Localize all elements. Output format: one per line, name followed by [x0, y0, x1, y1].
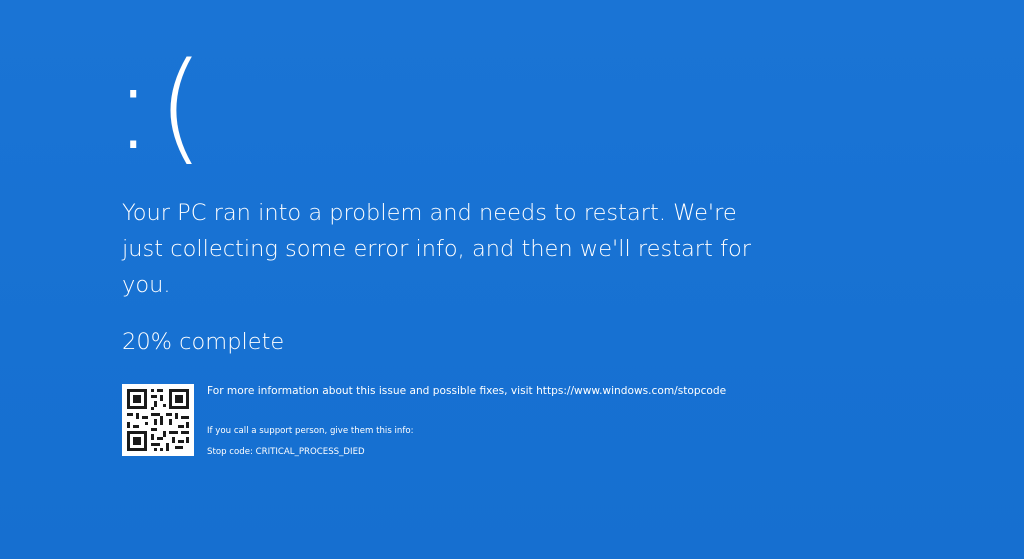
- more-info-text: For more information about this issue an…: [207, 385, 727, 397]
- stop-code-text: Stop code: CRITICAL_PROCESS_DIED: [207, 447, 365, 457]
- stop-info-block: For more information about this issue an…: [207, 383, 767, 459]
- qr-code-graphic: [122, 384, 194, 456]
- progress-text: 20% complete: [122, 329, 285, 355]
- support-prompt-text: If you call a support person, give them …: [207, 426, 414, 436]
- error-headline: Your PC ran into a problem and needs to …: [122, 200, 751, 298]
- qr-code-icon: [122, 384, 194, 456]
- bsod-screen: :( Your PC ran into a problem and needs …: [0, 0, 1024, 559]
- sad-face-emoticon: :(: [113, 38, 209, 177]
